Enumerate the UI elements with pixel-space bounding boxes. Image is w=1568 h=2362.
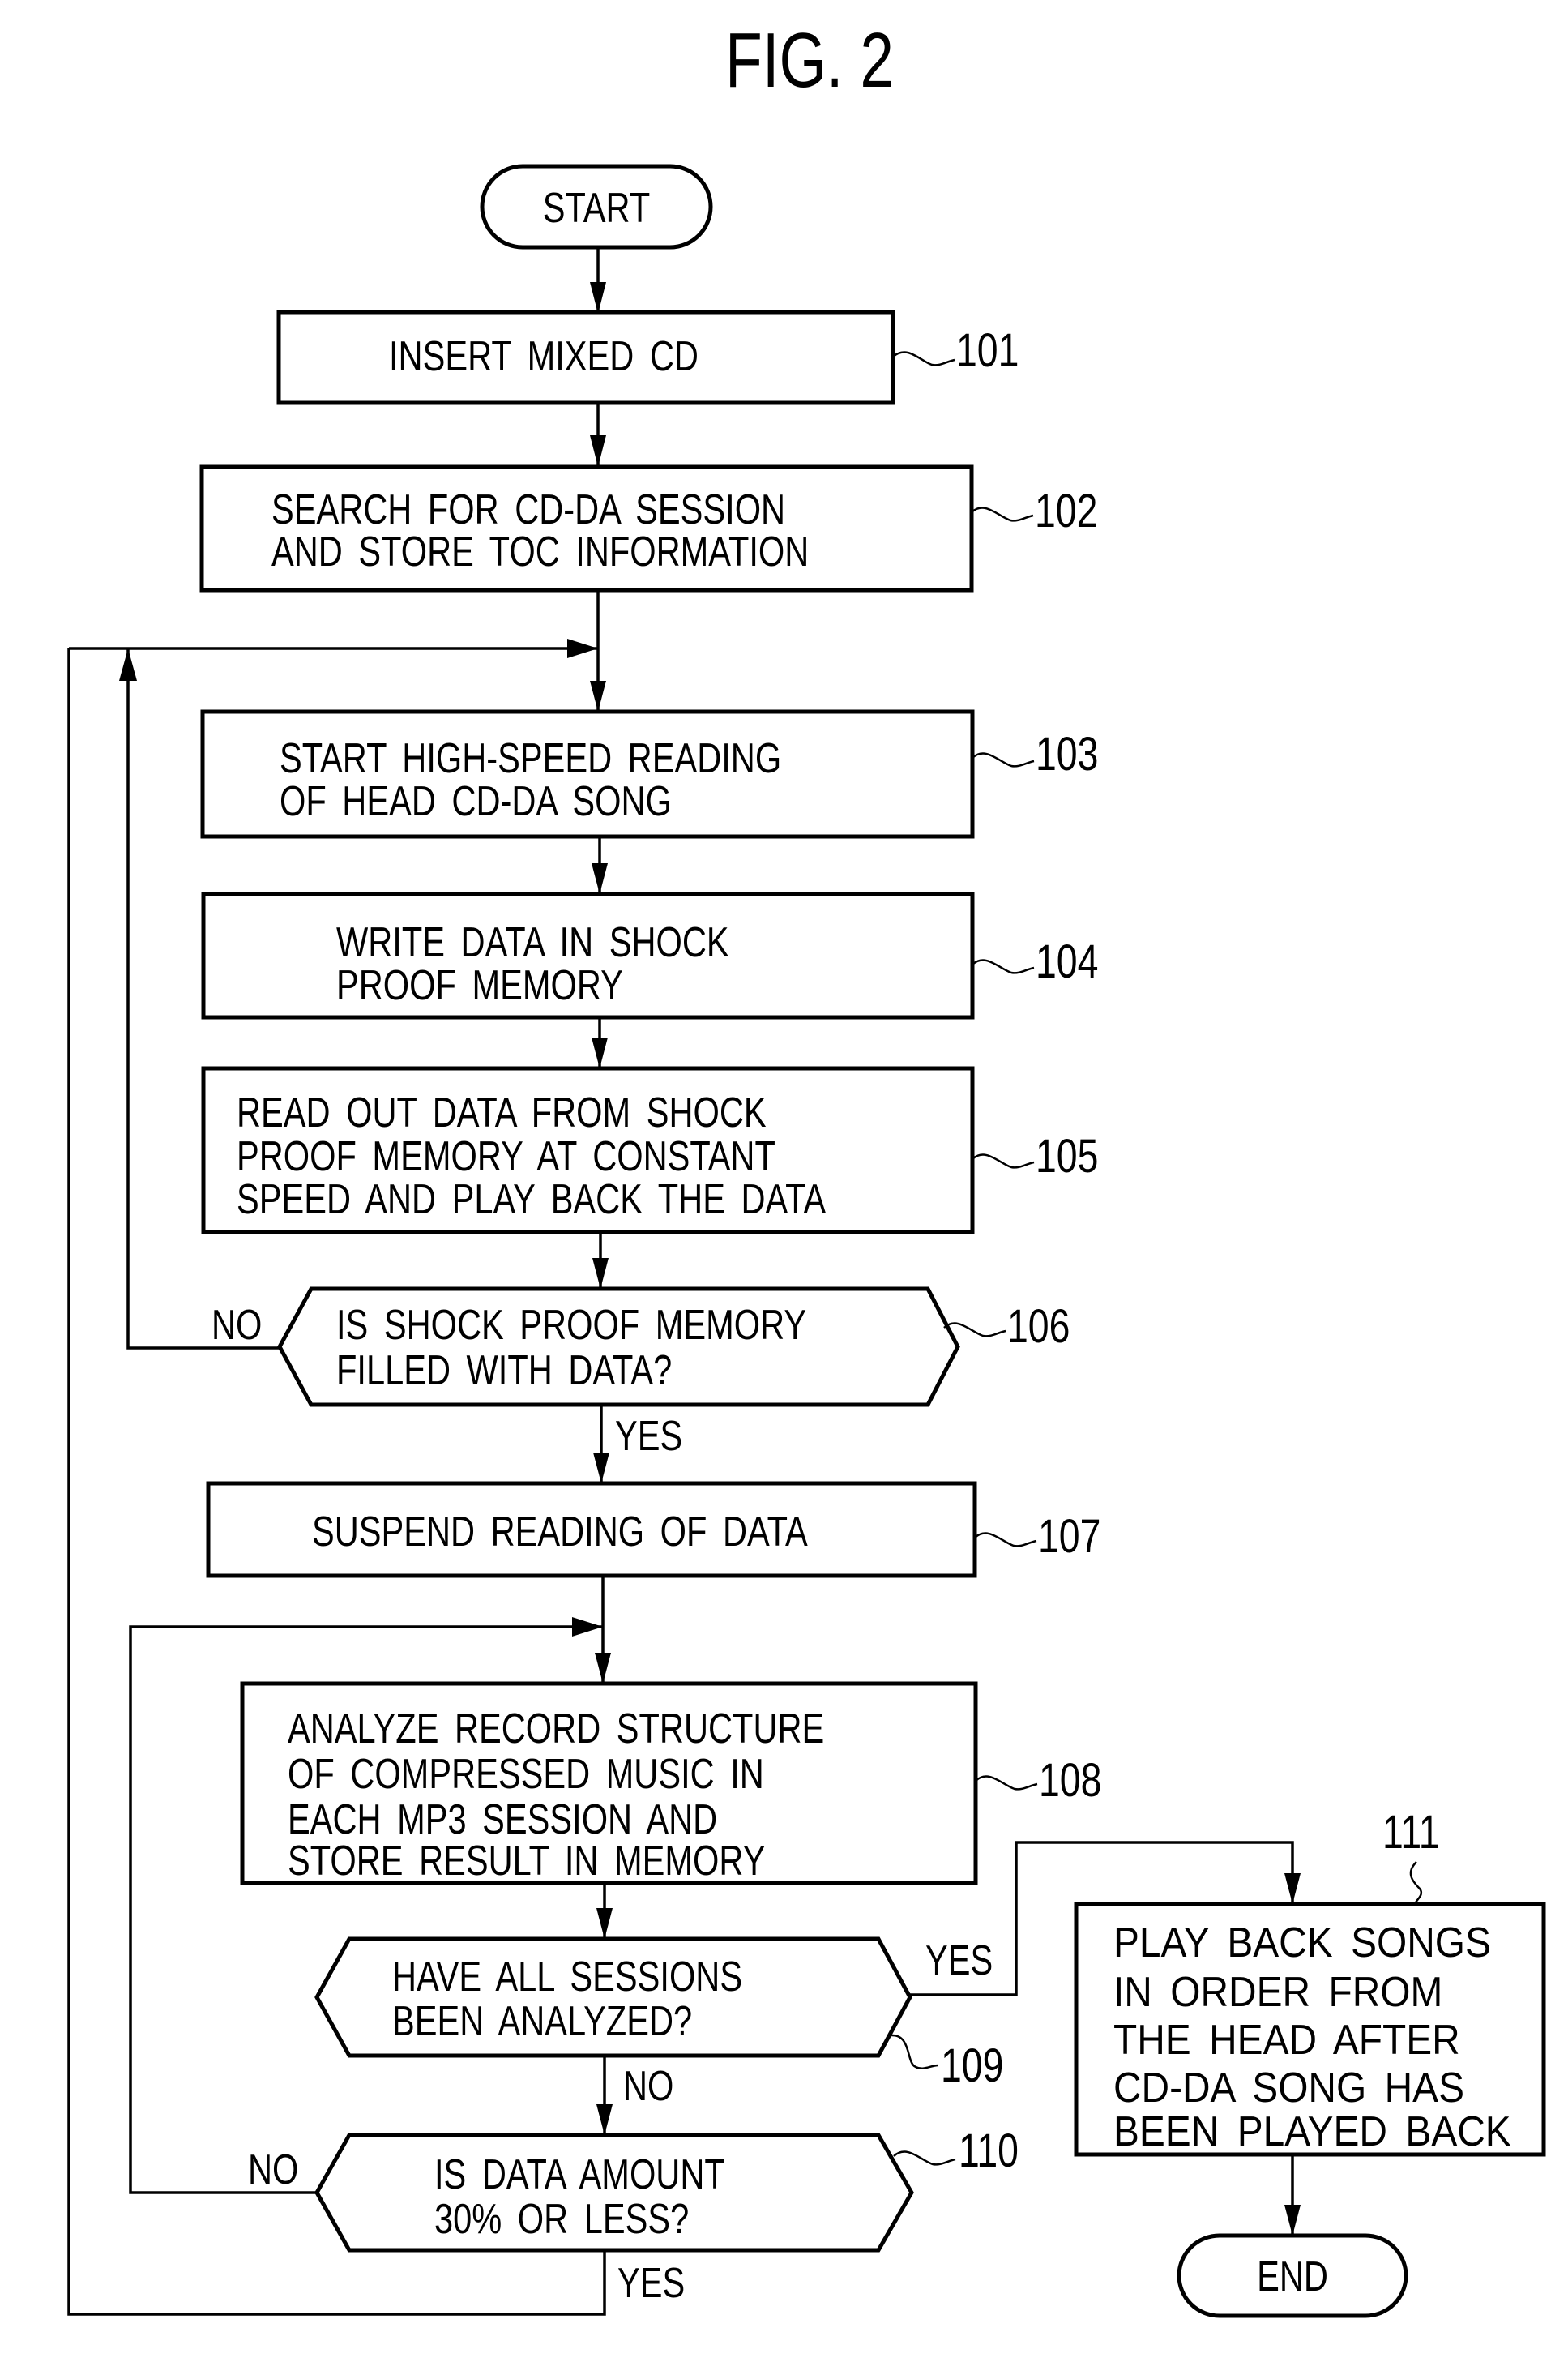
step-text-line: IS SHOCK PROOF MEMORY [336,1301,806,1349]
step-105-process: READ OUT DATA FROM SHOCKPROOF MEMORY AT … [201,1066,975,1234]
step-text-line: SUSPEND READING OF DATA [312,1508,808,1555]
step-108-process: ANALYZE RECORD STRUCTUREOF COMPRESSED MU… [240,1681,978,1885]
step-text-line: IN ORDER FROM [1113,1968,1442,2015]
leader-105 [972,1153,1035,1169]
reference-number-106: 106 [1007,1300,1070,1353]
terminal-end-label: END [1257,2253,1328,2300]
step-text-line: BEEN PLAYED BACK [1113,2107,1511,2154]
leader-101 [892,351,955,366]
arrow-down-icon [590,282,606,314]
arrow-down-icon [1284,2205,1301,2236]
step-text-line: OF HEAD CD-DA SONG [280,777,672,825]
branch-label-110-yes: YES [617,2259,685,2307]
branch-label-106-no: NO [211,1301,262,1349]
reference-leaders [891,351,1423,2166]
step-text-line: SEARCH FOR CD-DA SESSION [271,486,785,533]
arrow-down-icon [592,1258,609,1289]
terminal-start-label: START [543,184,651,232]
step-109-decision: HAVE ALL SESSIONSBEEN ANALYZED? [314,1936,912,2058]
branch-label-109-no: NO [623,2062,673,2110]
leader-109 [891,2034,939,2070]
step-111-process: PLAY BACK SONGSIN ORDER FROMTHE HEAD AFT… [1074,1902,1546,2157]
step-106-decision: IS SHOCK PROOF MEMORYFILLED WITH DATA? [277,1286,960,1407]
terminal-start: START [480,164,713,250]
step-text-line: HAVE ALL SESSIONS [392,1953,742,2000]
branch-label-110-no: NO [248,2146,298,2193]
leader-110 [893,2150,956,2166]
arrow-down-icon [592,863,608,894]
arrow-down-icon [590,435,606,467]
step-text-line: PROOF MEMORY [336,961,623,1009]
branch-label-109-yes: YES [925,1936,993,1984]
leader-102 [971,507,1034,522]
reference-number-104: 104 [1036,935,1098,988]
step-text-line: FILLED WITH DATA? [336,1346,672,1394]
reference-number-108: 108 [1039,1754,1101,1807]
step-text-line: PLAY BACK SONGS [1113,1919,1491,1966]
step-text-line: CD-DA SONG HAS [1113,2064,1464,2111]
figure-title: FIG. 2 [725,17,894,104]
reference-number-102: 102 [1035,485,1097,537]
step-110-decision: IS DATA AMOUNT30% OR LESS? [314,2133,914,2253]
leader-103 [972,752,1035,768]
arrow-down-icon [596,2104,613,2135]
step-text-line: READ OUT DATA FROM SHOCK [237,1089,767,1136]
step-text-line: WRITE DATA IN SHOCK [336,918,729,966]
step-text-line: SPEED AND PLAY BACK THE DATA [237,1175,827,1223]
step-text-line: START HIGH-SPEED READING [280,734,781,782]
reference-number-111: 111 [1382,1806,1440,1859]
step-text-line: 30% OR LESS? [434,2195,689,2243]
leader-104 [972,959,1035,974]
arrow-down-icon [590,681,606,712]
arrow-up-icon [119,648,137,681]
step-text-line: AND STORE TOC INFORMATION [271,528,809,576]
step-text-line: IS DATA AMOUNT [434,2150,725,2198]
step-text-line: PROOF MEMORY AT CONSTANT [237,1132,775,1180]
leader-111 [1409,1861,1423,1905]
flowchart: FIG. 2 START END INSERT MIXED CDSEARCH F… [67,17,1546,2318]
step-107-process: SUSPEND READING OF DATA [206,1481,977,1578]
reference-number-101: 101 [956,324,1019,377]
arrow-down-icon [592,1038,608,1068]
reference-number-105: 105 [1036,1130,1098,1183]
step-104-process: WRITE DATA IN SHOCKPROOF MEMORY [201,892,975,1020]
arrow-down-icon [1284,1873,1301,1904]
step-102-process: SEARCH FOR CD-DA SESSIONAND STORE TOC IN… [199,464,974,593]
step-text-line: BEEN ANALYZED? [392,1997,692,2045]
arrow-right-icon [567,639,598,658]
steps: INSERT MIXED CDSEARCH FOR CD-DA SESSIONA… [199,310,1546,2253]
leader-108 [975,1775,1038,1791]
step-text-line: THE HEAD AFTER [1113,2016,1460,2063]
reference-number-109: 109 [941,2039,1003,2092]
step-text-line: OF COMPRESSED MUSIC IN [288,1750,764,1798]
arrow-right-icon [572,1617,603,1637]
step-text-line: STORE RESULT IN MEMORY [288,1837,765,1885]
terminal-end: END [1177,2233,1408,2318]
branch-label-106-yes: YES [615,1412,682,1460]
step-103-process: START HIGH-SPEED READINGOF HEAD CD-DA SO… [200,709,975,839]
step-text-line: EACH MP3 SESSION AND [288,1795,717,1843]
arrow-down-icon [595,1653,611,1684]
reference-number-103: 103 [1036,728,1098,781]
leader-107 [974,1532,1037,1547]
step-text-line: ANALYZE RECORD STRUCTURE [288,1705,824,1752]
step-text-line: INSERT MIXED CD [389,332,699,380]
reference-number-107: 107 [1038,1510,1100,1563]
reference-number-110: 110 [959,2125,1019,2177]
arrow-down-icon [593,1453,609,1483]
arrow-down-icon [596,1908,613,1939]
step-101-process: INSERT MIXED CD [276,310,895,405]
